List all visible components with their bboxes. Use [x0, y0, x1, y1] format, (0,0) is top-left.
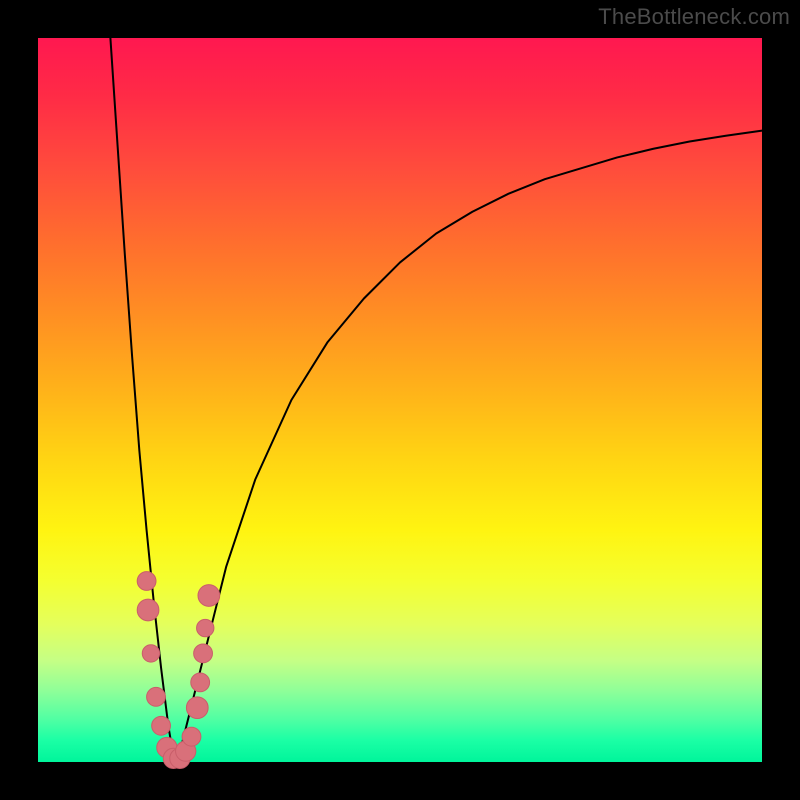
- data-marker: [191, 673, 210, 692]
- data-marker: [137, 599, 159, 621]
- plot-area: [38, 38, 762, 762]
- data-marker: [182, 727, 201, 746]
- watermark-text: TheBottleneck.com: [598, 4, 790, 30]
- data-marker: [198, 585, 220, 607]
- data-marker: [194, 644, 213, 663]
- curve-right-branch: [176, 131, 762, 762]
- data-marker: [186, 697, 208, 719]
- marker-group: [137, 572, 220, 769]
- chart-svg: [38, 38, 762, 762]
- data-marker: [152, 716, 171, 735]
- data-marker: [147, 687, 166, 706]
- chart-frame: TheBottleneck.com: [0, 0, 800, 800]
- data-marker: [142, 645, 159, 662]
- data-marker: [197, 619, 214, 636]
- data-marker: [137, 572, 156, 591]
